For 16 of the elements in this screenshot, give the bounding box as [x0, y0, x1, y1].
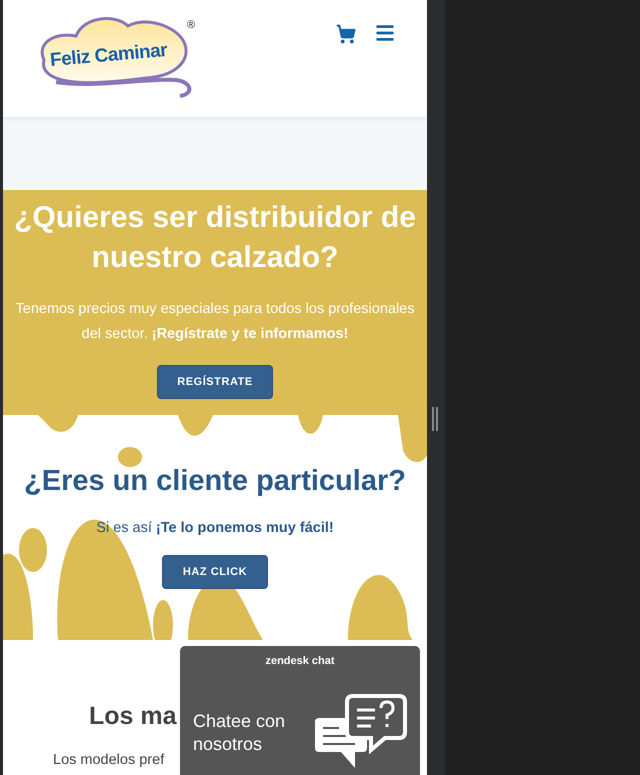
chat-label: Chatee con nosotros	[193, 710, 286, 756]
resize-handle[interactable]	[432, 407, 438, 431]
logo-text: Feliz Caminar	[48, 38, 168, 74]
chat-widget[interactable]: zendesk chat Chatee con nosotros	[180, 646, 420, 775]
registered-mark: ®	[187, 20, 196, 31]
menu-icon[interactable]	[374, 22, 396, 44]
click-button[interactable]: HAZ CLICK	[162, 555, 268, 589]
models-heading: Los ma	[89, 701, 177, 732]
models-text: Los modelos pref	[53, 751, 164, 770]
customer-heading: ¿Eres un cliente particular?	[24, 464, 406, 499]
register-button[interactable]: REGÍSTRATE	[157, 365, 273, 399]
chat-brand: zendesk chat	[265, 654, 335, 669]
distributor-heading: ¿Quieres ser distribuidor de nuestro calzado?	[13, 200, 417, 276]
customer-text: Si es así ¡Te lo ponemos muy fácil!	[96, 519, 334, 538]
distributor-text: Tenemos precios muy especiales para todos los profesionales del sector. ¡Regístrate y te informamos!	[14, 300, 416, 344]
cart-icon[interactable]	[336, 24, 356, 44]
